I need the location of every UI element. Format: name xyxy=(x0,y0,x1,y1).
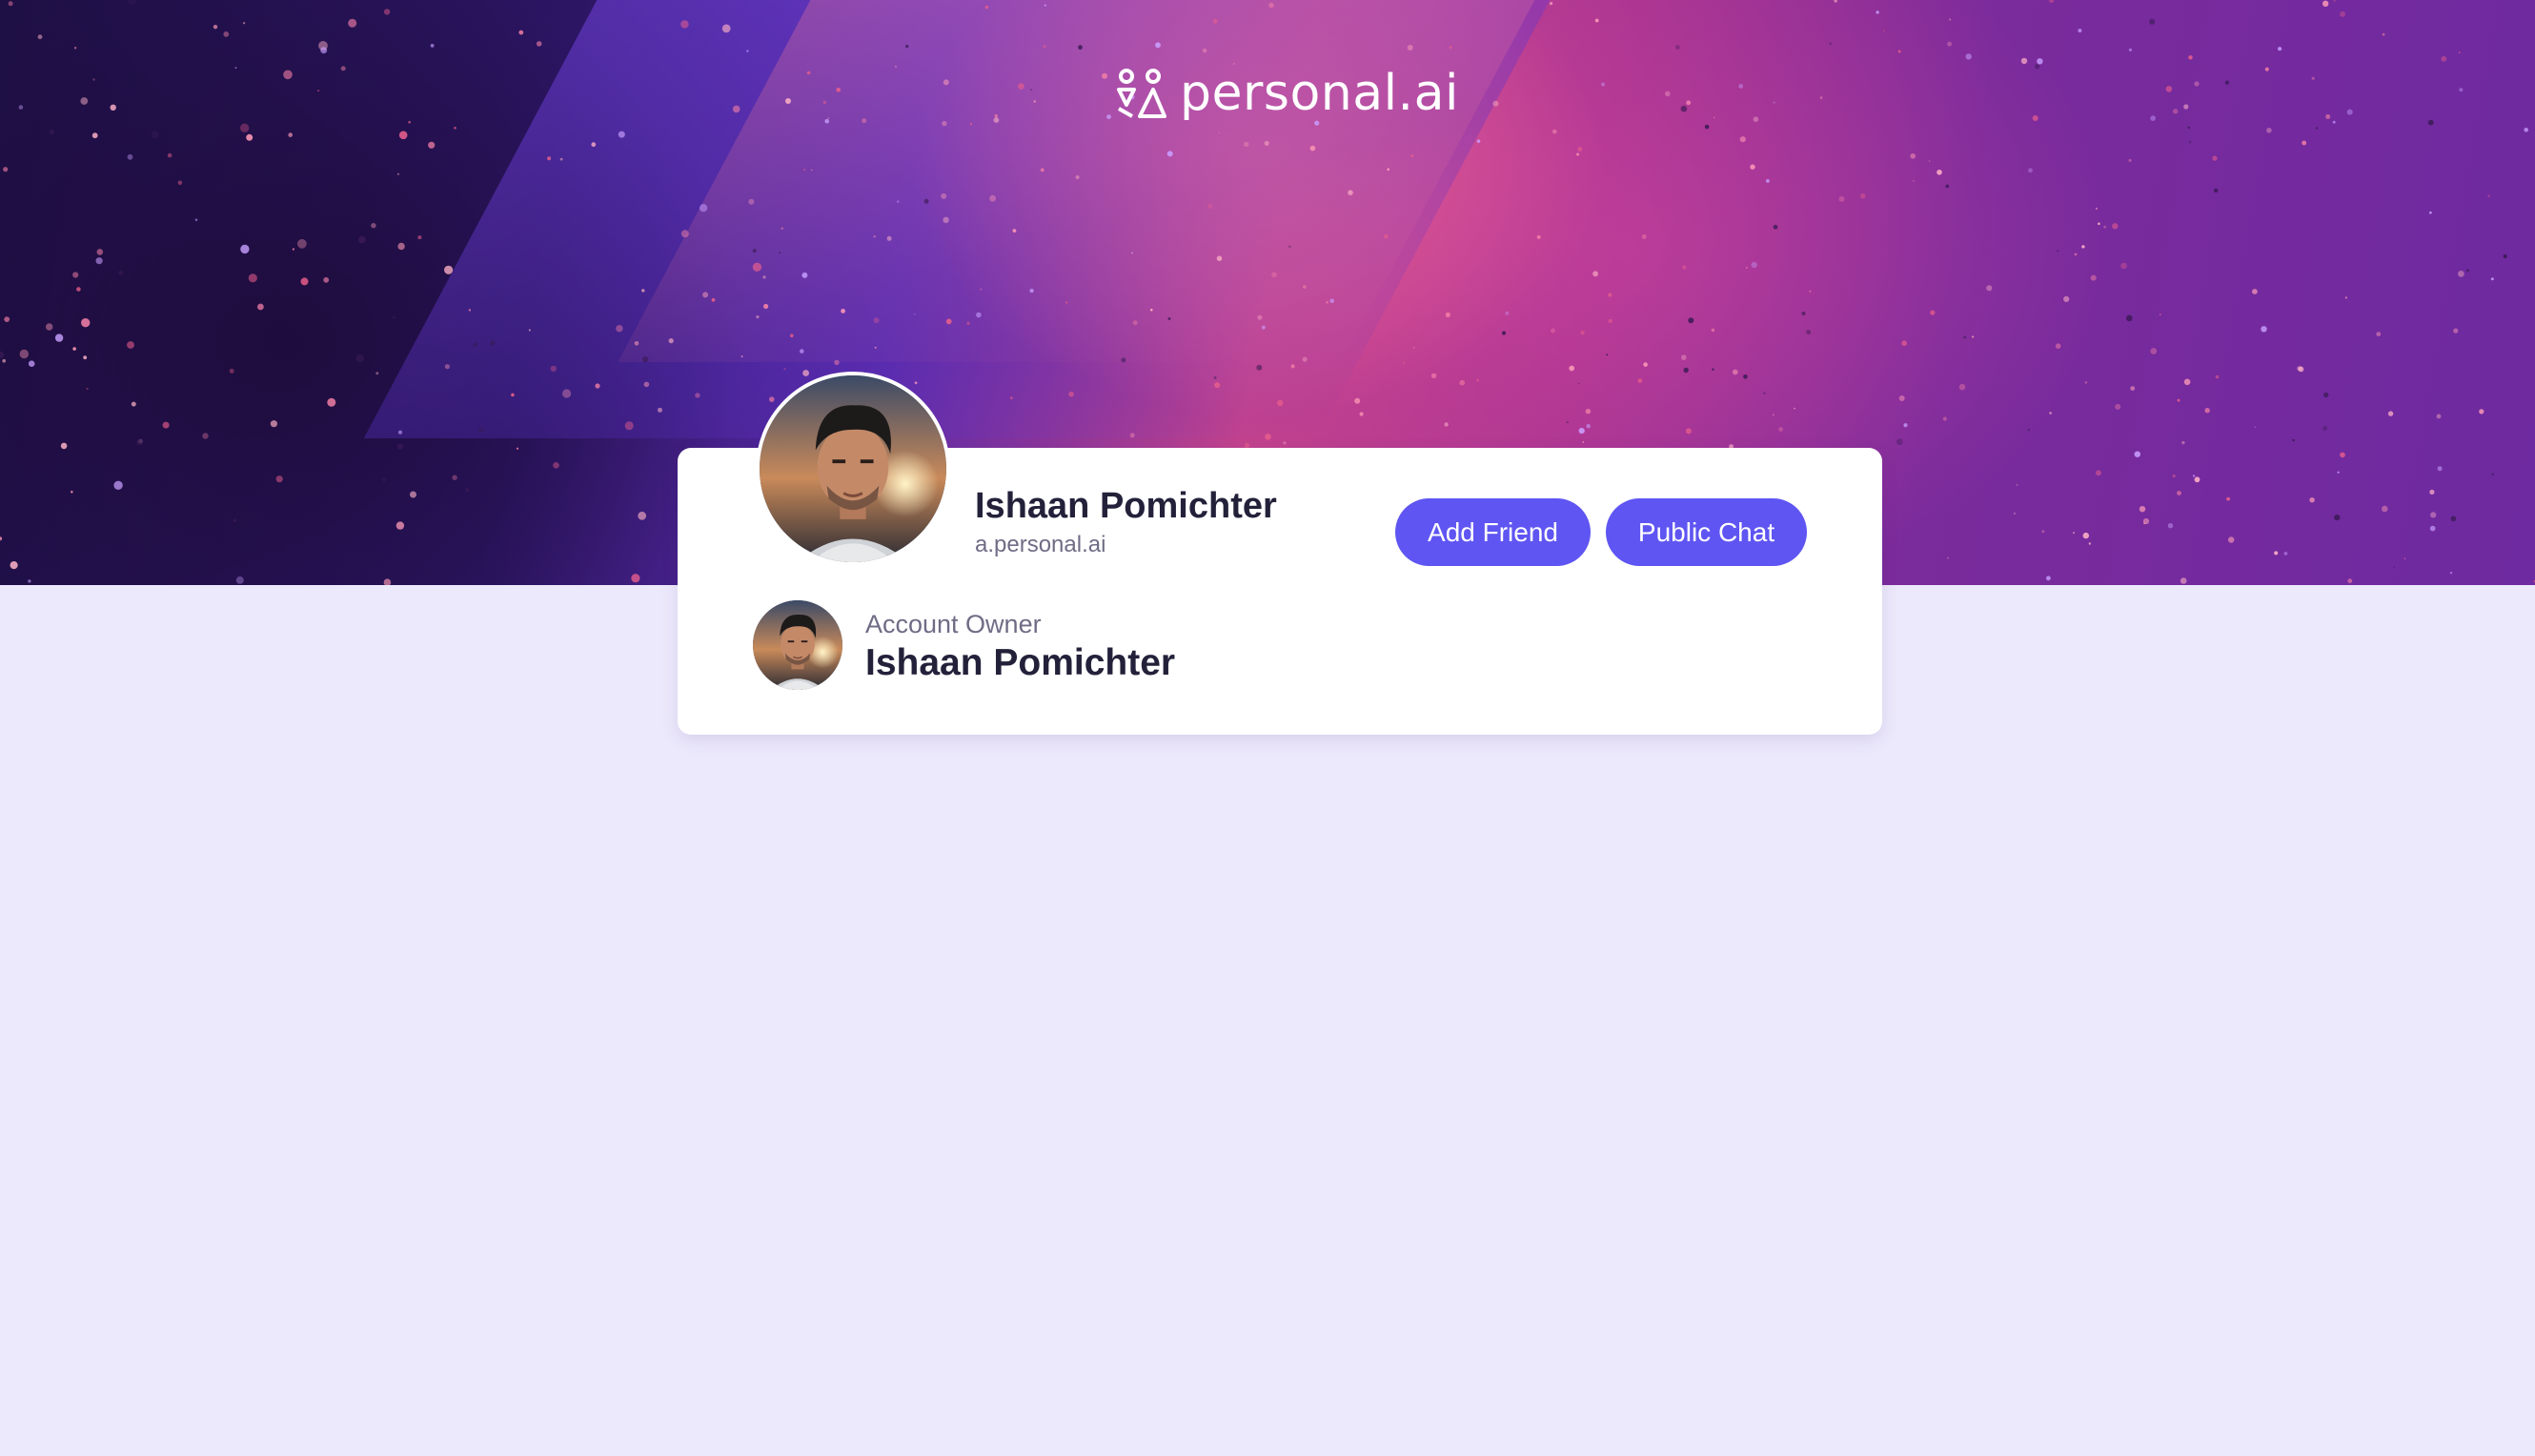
profile-avatar[interactable] xyxy=(756,372,950,566)
people-triangle-logo-icon xyxy=(1117,69,1166,118)
add-friend-button[interactable]: Add Friend xyxy=(1395,498,1591,566)
profile-handle[interactable]: a.personal.ai xyxy=(975,532,1105,558)
profile-avatar-image xyxy=(760,375,946,562)
profile-name: Ishaan Pomichter xyxy=(975,486,1277,526)
account-owner-name: Ishaan Pomichter xyxy=(865,642,1176,683)
public-chat-button[interactable]: Public Chat xyxy=(1606,498,1807,566)
brand-logo[interactable]: personal.ai xyxy=(1115,67,1459,120)
brand-name: personal.ai xyxy=(1180,65,1459,122)
owner-avatar[interactable] xyxy=(753,600,842,690)
owner-avatar-image xyxy=(753,600,842,690)
profile-page: personal.ai Ishaan Pomichter a.personal.… xyxy=(0,0,2535,1456)
account-owner-label: Account Owner xyxy=(865,610,1042,638)
